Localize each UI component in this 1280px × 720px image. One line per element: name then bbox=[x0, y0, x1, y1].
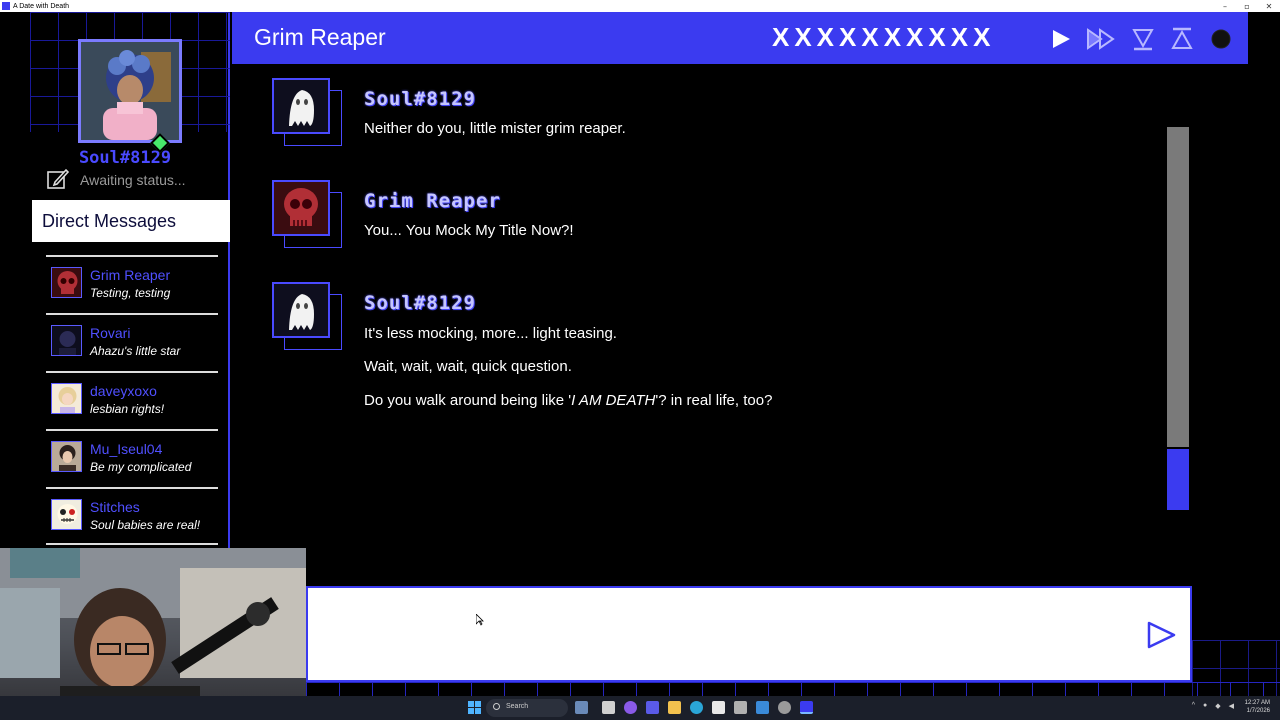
dm-preview: lesbian rights! bbox=[90, 402, 165, 416]
start-icon[interactable] bbox=[468, 701, 481, 714]
close-icon[interactable]: ✕ bbox=[1264, 2, 1274, 11]
clock-date: 1/7/2026 bbox=[1246, 708, 1270, 714]
dm-list: Grim Reaper Testing, testing Rovari Ahaz… bbox=[46, 255, 218, 545]
minimize-icon[interactable]: – bbox=[1220, 2, 1230, 11]
dm-item-mu-iseul04[interactable]: Mu_Iseul04 Be my complicated bbox=[46, 429, 218, 487]
profile-name: Soul#8129 bbox=[78, 148, 172, 168]
message-text: It's less mocking, more... light teasing… bbox=[364, 325, 617, 342]
dm-name: Mu_Iseul04 bbox=[90, 441, 163, 457]
network-icon[interactable]: ◆ bbox=[1215, 702, 1220, 710]
dm-item-daveyxoxo[interactable]: daveyxoxo lesbian rights! bbox=[46, 371, 218, 429]
settings-icon[interactable] bbox=[778, 701, 791, 714]
dm-preview: Be my complicated bbox=[90, 460, 192, 474]
taskbar-search-label: Search bbox=[506, 703, 529, 710]
skip-up-icon[interactable] bbox=[1169, 26, 1195, 52]
taskbar-search[interactable]: Search bbox=[486, 699, 568, 717]
text-after: '? in real life, too? bbox=[655, 392, 773, 409]
dm-name: daveyxoxo bbox=[90, 383, 157, 399]
window-controls: – ▫ ✕ bbox=[1220, 0, 1274, 12]
message-author: Soul#8129 bbox=[364, 88, 476, 110]
dm-preview: Testing, testing bbox=[90, 286, 171, 300]
dark-avatar-icon bbox=[52, 326, 81, 355]
dm-item-grim-reaper[interactable]: Grim Reaper Testing, testing bbox=[46, 255, 218, 313]
message-composer bbox=[306, 586, 1192, 682]
avatar bbox=[51, 267, 82, 298]
teams-icon[interactable] bbox=[646, 701, 659, 714]
store-icon[interactable] bbox=[712, 701, 725, 714]
taskbar-clock[interactable]: 12:27 AM 1/7/2026 bbox=[1245, 699, 1270, 715]
clock-time: 12:27 AM bbox=[1244, 700, 1270, 706]
window-titlebar: A Date with Death – ▫ ✕ bbox=[0, 0, 1280, 12]
chat-title: Grim Reaper bbox=[254, 24, 386, 50]
dm-name: Stitches bbox=[90, 499, 140, 515]
mouse-cursor-icon bbox=[476, 614, 484, 626]
edit-status-icon[interactable] bbox=[46, 167, 70, 191]
grid-decoration-corner bbox=[1192, 640, 1280, 696]
text-before: Do you walk around being like ' bbox=[364, 392, 572, 409]
message-author: Grim Reaper bbox=[364, 190, 501, 212]
copilot-icon[interactable] bbox=[624, 701, 637, 714]
status-text[interactable]: Awaiting status... bbox=[80, 172, 186, 188]
dm-preview: Ahazu's little star bbox=[90, 344, 181, 358]
edge-icon[interactable] bbox=[690, 701, 703, 714]
skull-icon bbox=[52, 268, 81, 297]
message-author: Soul#8129 bbox=[364, 292, 476, 314]
window-title: A Date with Death bbox=[13, 2, 70, 10]
dm-name: Grim Reaper bbox=[90, 267, 171, 283]
message-text: You... You Mock My Title Now?! bbox=[364, 222, 574, 239]
message-list: Soul#8129 Neither do you, little mister … bbox=[232, 64, 1248, 584]
message-input[interactable] bbox=[318, 596, 1128, 672]
app-icon bbox=[2, 2, 10, 10]
dm-preview: Soul babies are real! bbox=[90, 518, 201, 532]
widgets-icon[interactable] bbox=[575, 701, 588, 714]
game-app-icon[interactable] bbox=[800, 701, 813, 714]
message-text: Neither do you, little mister grim reape… bbox=[364, 120, 626, 137]
stitches-avatar-icon bbox=[52, 500, 81, 529]
dm-item-rovari[interactable]: Rovari Ahazu's little star bbox=[46, 313, 218, 371]
app-icon[interactable] bbox=[756, 701, 769, 714]
send-icon[interactable] bbox=[1144, 618, 1178, 652]
strike-counter: XXXXXXXXXX bbox=[772, 22, 996, 52]
avatar bbox=[51, 441, 82, 472]
file-explorer-icon[interactable] bbox=[668, 701, 681, 714]
avatar bbox=[51, 499, 82, 530]
blonde-avatar-icon bbox=[52, 384, 81, 413]
sidebar: Soul#8129 Awaiting status... Direct Mess… bbox=[0, 12, 230, 548]
fast-forward-icon[interactable] bbox=[1086, 26, 1118, 52]
dm-name: Rovari bbox=[90, 325, 131, 341]
dm-item-stitches[interactable]: Stitches Soul babies are real! bbox=[46, 487, 218, 545]
scrollbar-thumb[interactable] bbox=[1167, 447, 1189, 510]
grid-decoration-bottom bbox=[306, 682, 1280, 696]
system-tray: ^ ● ◆ ◀ bbox=[1192, 702, 1234, 710]
record-icon[interactable] bbox=[1208, 26, 1234, 52]
profile-avatar[interactable] bbox=[78, 39, 182, 143]
message-avatar bbox=[272, 78, 344, 148]
ghost-icon bbox=[289, 294, 314, 330]
avatar bbox=[51, 383, 82, 414]
skull-icon bbox=[284, 188, 318, 226]
maximize-icon[interactable]: ▫ bbox=[1242, 2, 1252, 11]
volume-icon[interactable]: ◀ bbox=[1229, 702, 1234, 710]
avatar bbox=[51, 325, 82, 356]
profile-portrait-icon bbox=[81, 42, 179, 140]
search-icon bbox=[493, 703, 500, 710]
ghost-icon bbox=[289, 90, 314, 126]
message-avatar bbox=[272, 180, 344, 250]
mic-icon[interactable]: ● bbox=[1203, 702, 1207, 710]
message-avatar bbox=[272, 282, 344, 352]
message-text: Wait, wait, wait, quick question. bbox=[364, 358, 572, 375]
direct-messages-header: Direct Messages bbox=[32, 200, 230, 242]
play-icon[interactable] bbox=[1048, 26, 1074, 52]
emphasis-text: I AM DEATH bbox=[571, 392, 656, 409]
chevron-up-icon[interactable]: ^ bbox=[1192, 702, 1195, 710]
app-icon[interactable] bbox=[734, 701, 747, 714]
task-view-icon[interactable] bbox=[602, 701, 615, 714]
skip-down-icon[interactable] bbox=[1130, 26, 1156, 52]
message-text: Do you walk around being like 'I AM DEAT… bbox=[364, 392, 772, 409]
os-taskbar: Search ^ ● ◆ ◀ 12:27 AM 1/7/2026 bbox=[0, 696, 1280, 720]
dark-hair-avatar-icon bbox=[52, 442, 81, 471]
chat-header: Grim Reaper XXXXXXXXXX bbox=[232, 12, 1248, 64]
